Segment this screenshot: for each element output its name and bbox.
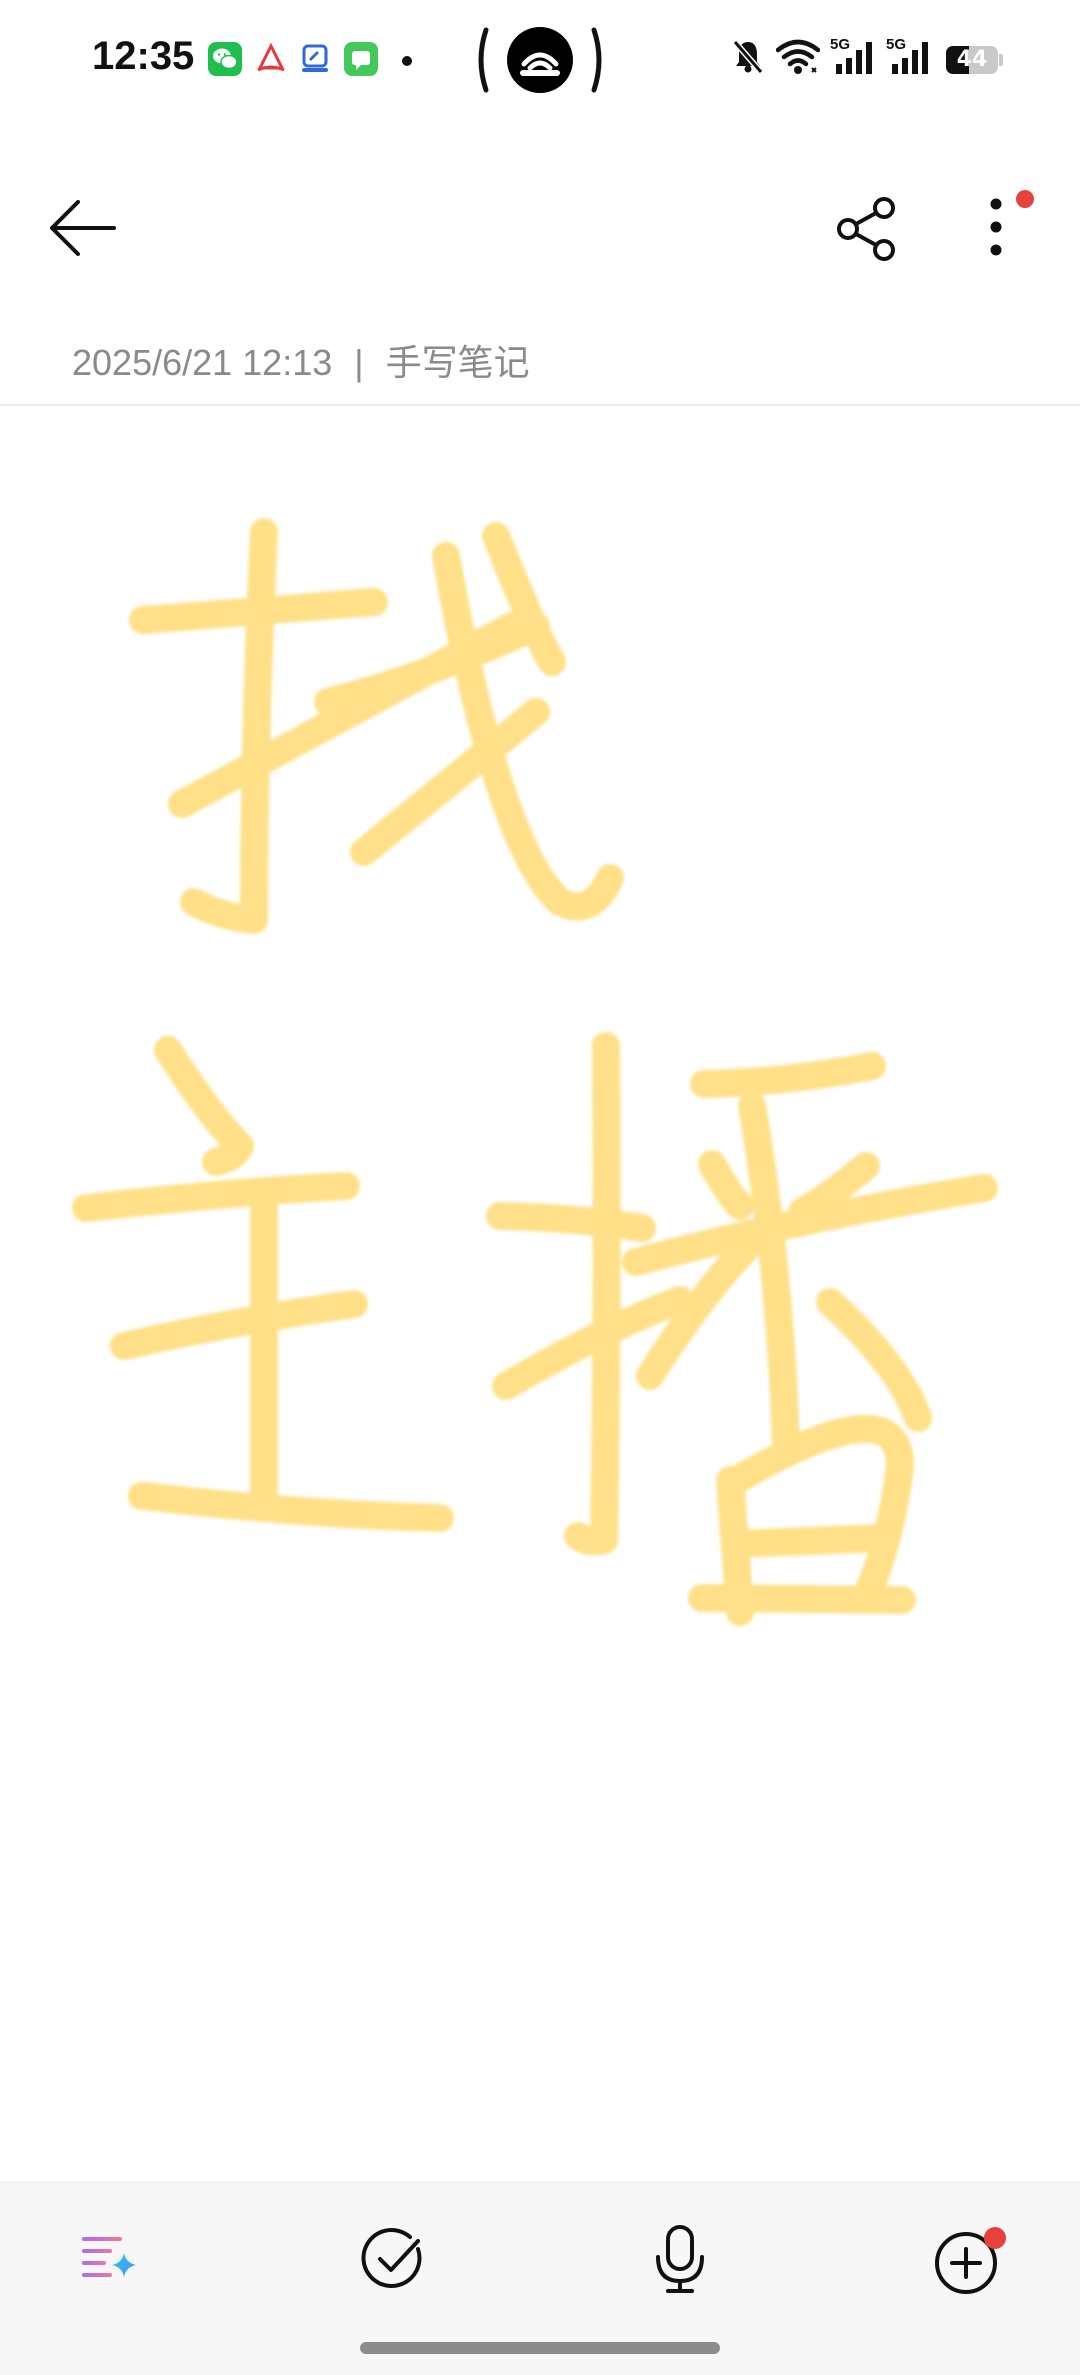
status-bar: 12:35 5G 5G 44 (0, 0, 1080, 120)
home-indicator[interactable] (360, 2342, 720, 2354)
app-icon (298, 42, 332, 76)
mute-icon (732, 40, 764, 74)
handwriting-canvas[interactable] (0, 406, 1080, 2182)
hotspot-icon (478, 27, 602, 93)
battery-cap (999, 54, 1003, 66)
character-bo (486, 1032, 998, 1626)
more-options-button[interactable] (970, 190, 1034, 270)
note-date: 2025/6/21 12:13 (72, 342, 333, 383)
status-time: 12:35 (92, 34, 195, 78)
notification-dot (402, 56, 412, 66)
wechat-icon (208, 42, 242, 76)
messages-icon (344, 42, 378, 76)
note-meta: 2025/6/21 12:13 | 手写笔记 (72, 334, 530, 386)
add-badge (984, 2227, 1006, 2249)
checklist-button[interactable] (360, 2225, 428, 2293)
voice-input-button[interactable] (646, 2223, 714, 2297)
microphone-icon (656, 2225, 704, 2293)
note-type: 手写笔记 (385, 342, 530, 383)
character-zhu (72, 1036, 454, 1532)
battery-icon: 44 (946, 46, 998, 74)
share-icon[interactable] (834, 194, 900, 264)
app-icon (254, 42, 288, 76)
battery-percent: 44 (956, 47, 988, 72)
more-badge (1016, 190, 1034, 208)
checkmark-circle-icon (361, 2228, 422, 2288)
signal-5g-icon: 5G (886, 36, 932, 78)
meta-separator: | (354, 342, 364, 383)
character-zhao (129, 518, 624, 934)
signal-5g-icon: 5G (830, 36, 876, 78)
app-bar (0, 150, 1080, 310)
ai-format-button[interactable] (76, 2227, 140, 2291)
back-arrow-icon[interactable] (44, 196, 120, 260)
handwriting-drawing (72, 518, 998, 1626)
ai-format-icon (82, 2237, 136, 2277)
wifi-icon (776, 39, 820, 74)
add-button[interactable] (930, 2223, 1006, 2299)
